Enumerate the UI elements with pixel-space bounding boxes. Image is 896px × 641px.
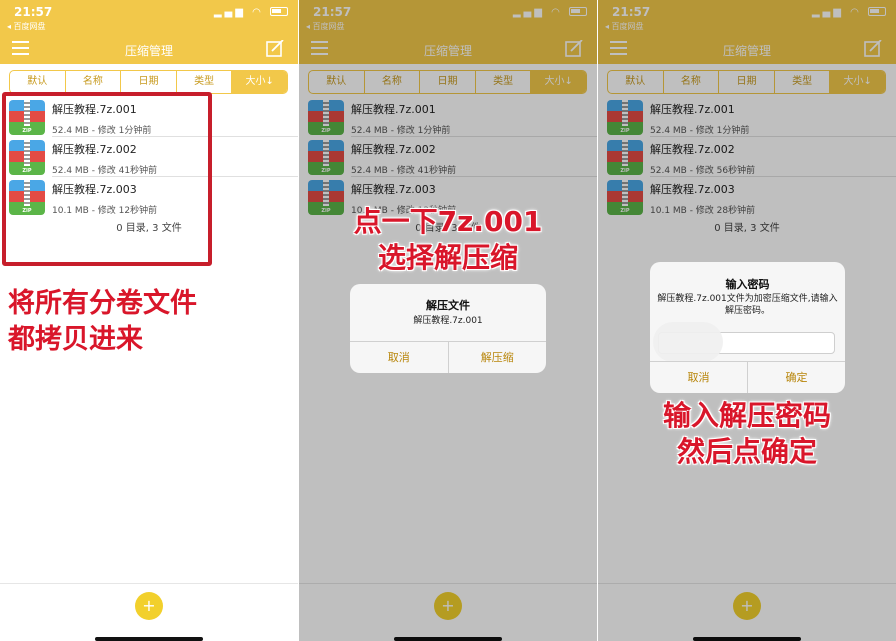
highlight-box: [2, 92, 212, 266]
screen-1: 21:57 ◂ 百度网盘 ▂▄▆ ◠ 压缩管理 默认 名称 日期 类型 大小↓ …: [0, 0, 298, 641]
annotation-text: 点一下7z.001 选择解压缩: [353, 205, 543, 274]
wifi-icon: ◠: [252, 7, 264, 18]
annotation-text: 输入解压密码 然后点确定: [662, 399, 831, 468]
dialog-actions: 取消 解压缩: [350, 341, 546, 373]
dialog-actions: 取消 确定: [650, 361, 845, 393]
tab-date[interactable]: 日期: [121, 71, 177, 93]
annotation-text: 将所有分卷文件 都拷贝进来: [8, 288, 197, 355]
dialog-title: 解压文件: [426, 299, 470, 312]
bottom-toolbar: +: [0, 583, 298, 641]
password-redaction: [653, 322, 723, 362]
status-time: 21:57: [14, 5, 53, 19]
extract-button[interactable]: 解压缩: [447, 342, 547, 373]
edit-icon[interactable]: [266, 40, 284, 57]
dialog-message: 解压教程.7z.001文件为加密压缩文件,请输入解压密码。: [657, 294, 838, 316]
screen-2: 21:57 ◂ 百度网盘 ▂▄▆ ◠ 压缩管理 默认 名称 日期 类型 大小↓ …: [299, 0, 597, 641]
tab-default[interactable]: 默认: [10, 71, 66, 93]
add-button[interactable]: +: [135, 592, 163, 620]
home-indicator: [95, 637, 203, 641]
page-title: 压缩管理: [124, 44, 173, 58]
password-dialog: 输入密码 解压教程.7z.001文件为加密压缩文件,请输入解压密码。 取消 确定: [650, 262, 845, 393]
battery-icon: [270, 7, 288, 16]
cancel-button[interactable]: 取消: [650, 362, 747, 393]
extract-dialog: 解压文件 解压教程.7z.001 取消 解压缩: [350, 284, 546, 373]
cancel-button[interactable]: 取消: [350, 342, 448, 373]
nav-header: 21:57 ◂ 百度网盘 ▂▄▆ ◠ 压缩管理: [0, 0, 298, 64]
tab-type[interactable]: 类型: [177, 71, 233, 93]
back-to-app-link[interactable]: ◂ 百度网盘: [7, 21, 46, 32]
tab-name[interactable]: 名称: [66, 71, 122, 93]
dialog-message: 解压教程.7z.001: [413, 316, 483, 326]
tab-size[interactable]: 大小↓: [232, 71, 287, 93]
screen-3: 21:57 ◂ 百度网盘 ▂▄▆ ◠ 压缩管理 默认 名称 日期 类型 大小↓ …: [598, 0, 896, 641]
dialog-title: 输入密码: [725, 278, 770, 291]
status-icons: ▂▄▆ ◠: [214, 7, 288, 18]
signal-icon: ▂▄▆: [213, 7, 246, 18]
confirm-button[interactable]: 确定: [747, 362, 845, 393]
sort-tabs: 默认 名称 日期 类型 大小↓: [9, 70, 288, 94]
